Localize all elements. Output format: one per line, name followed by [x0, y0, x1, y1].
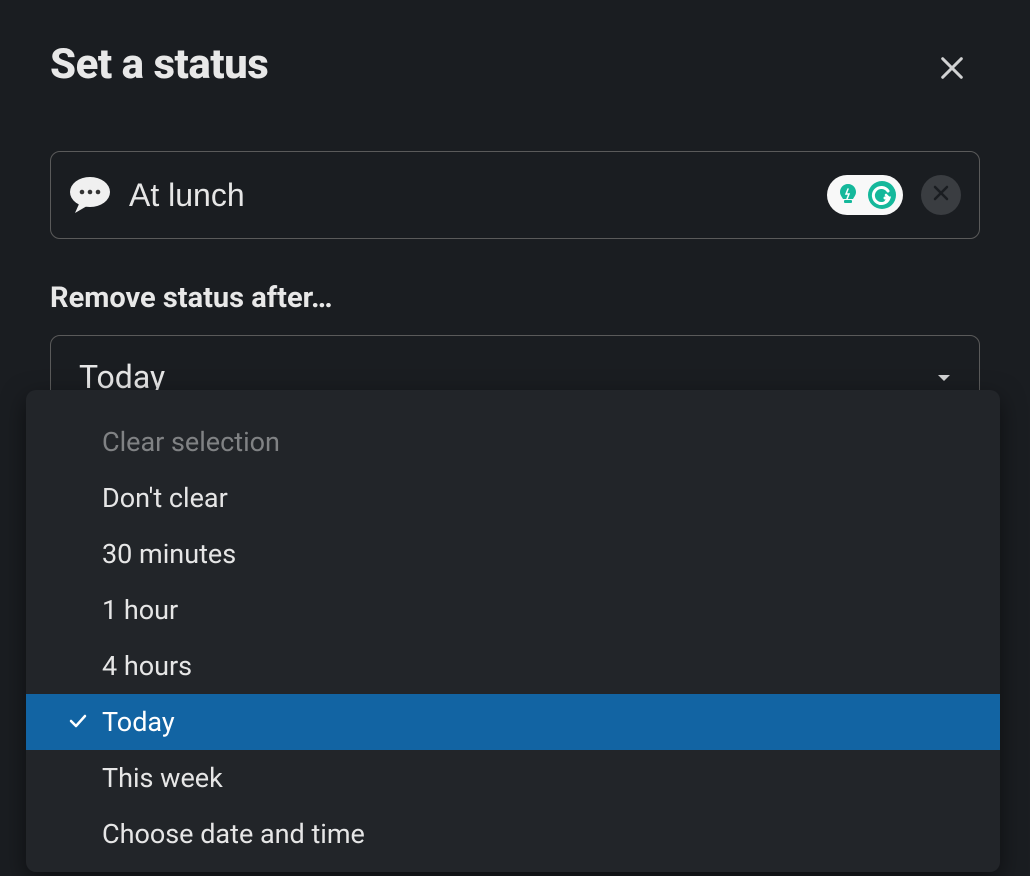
- modal-title: Set a status: [50, 40, 980, 89]
- option-4-hours[interactable]: 4 hours: [26, 638, 1000, 694]
- option-this-week[interactable]: This week: [26, 750, 1000, 806]
- status-input[interactable]: [129, 177, 809, 214]
- option-label: Choose date and time: [102, 818, 365, 850]
- duration-dropdown-menu: Clear selection Don't clear 30 minutes 1…: [26, 390, 1000, 872]
- lightbulb-icon: [833, 180, 863, 210]
- remove-after-label: Remove status after…: [50, 281, 980, 315]
- option-label: Clear selection: [102, 426, 280, 458]
- status-emoji-picker[interactable]: [69, 176, 111, 214]
- close-button[interactable]: [932, 50, 972, 90]
- option-label: 30 minutes: [102, 538, 236, 570]
- speech-balloon-icon: [69, 199, 111, 218]
- close-icon: [938, 54, 966, 86]
- chevron-down-icon: [937, 368, 951, 387]
- option-label: Don't clear: [102, 482, 228, 514]
- option-choose-date-time[interactable]: Choose date and time: [26, 806, 1000, 862]
- check-icon: [68, 706, 88, 738]
- option-today[interactable]: Today: [26, 694, 1000, 750]
- option-1-hour[interactable]: 1 hour: [26, 582, 1000, 638]
- grammarly-icon: [867, 180, 897, 210]
- extension-pill[interactable]: [827, 175, 903, 215]
- option-label: 4 hours: [102, 650, 192, 682]
- status-input-container: [50, 151, 980, 239]
- option-clear-selection[interactable]: Clear selection: [26, 414, 1000, 470]
- option-dont-clear[interactable]: Don't clear: [26, 470, 1000, 526]
- option-label: 1 hour: [102, 594, 178, 626]
- option-label: Today: [102, 706, 175, 738]
- option-label: This week: [102, 762, 223, 794]
- clear-status-button[interactable]: [921, 175, 961, 215]
- x-icon: [932, 184, 950, 206]
- option-30-minutes[interactable]: 30 minutes: [26, 526, 1000, 582]
